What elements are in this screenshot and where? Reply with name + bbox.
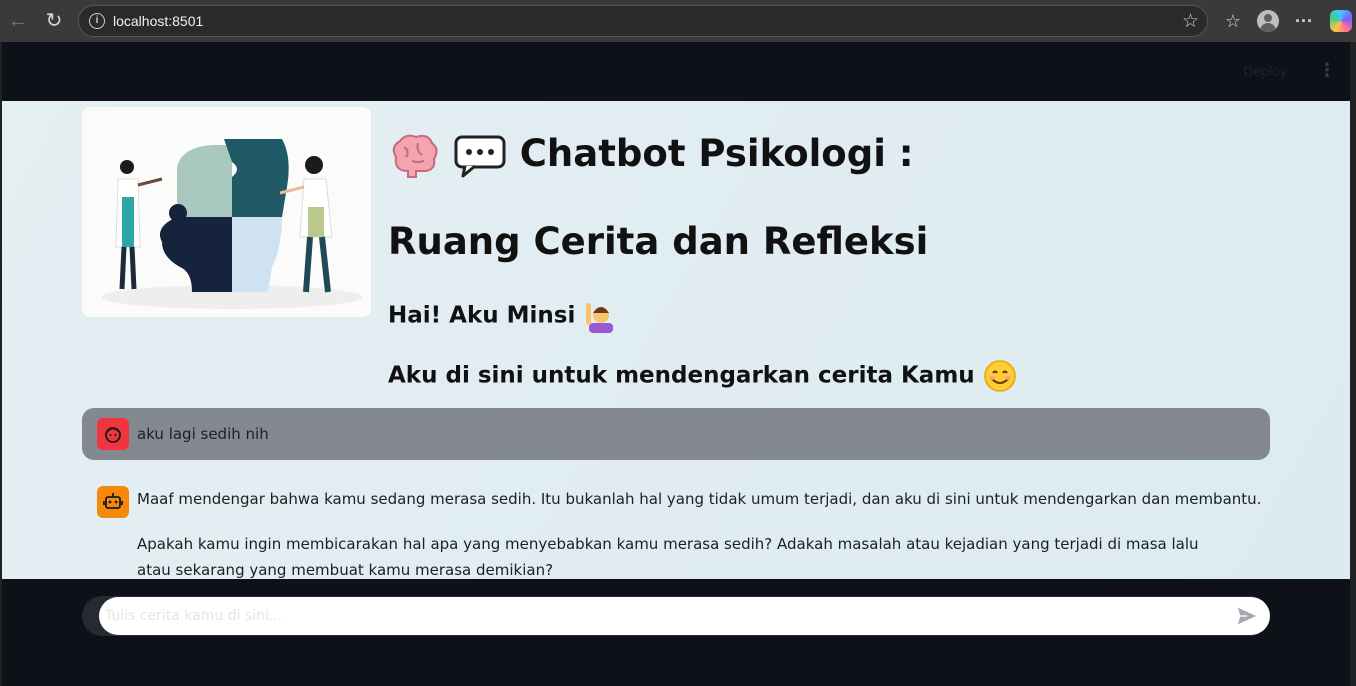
title-line1-text: Chatbot Psikologi : — [519, 132, 914, 175]
greeting-text: Hai! Aku Minsi — [388, 302, 576, 329]
page-title: Chatbot Psikologi : — [388, 132, 914, 179]
user-avatar-icon — [97, 418, 129, 450]
intro-text: Aku di sini untuk mendengarkan cerita Ka… — [388, 362, 975, 389]
chat-input-wrapper — [82, 596, 1270, 636]
profile-avatar-icon[interactable] — [1257, 10, 1279, 32]
send-icon[interactable] — [1236, 605, 1258, 627]
raising-hand-icon — [586, 303, 614, 333]
back-icon[interactable]: ← — [6, 9, 30, 33]
browser-toolbar: ← ↻ i localhost:8501 ☆ ☆ ··· — [0, 0, 1356, 42]
streamlit-app: Deploy ⋮ Chatbot Psikologi: Ruang Cerit… — [2, 42, 1350, 686]
assistant-message-paragraph: Maaf mendengar bahwa kamu sedang merasa … — [137, 490, 1262, 508]
bookmark-star-icon[interactable]: ☆ — [1182, 10, 1199, 33]
page-title-line2: Ruang Cerita dan Refleksi — [388, 220, 929, 263]
greeting-heading: Hai! Aku Minsi — [388, 299, 619, 333]
window-edge — [1350, 42, 1356, 686]
hero-illustration — [82, 107, 371, 317]
address-bar[interactable]: i localhost:8501 ☆ — [78, 5, 1208, 37]
copilot-icon[interactable] — [1330, 10, 1352, 32]
puzzle-head-illustration — [102, 139, 362, 309]
smiling-face-icon — [983, 360, 1016, 392]
brain-icon — [392, 134, 438, 178]
assistant-avatar-icon — [97, 486, 129, 518]
more-menu-icon[interactable]: ··· — [1292, 9, 1316, 33]
site-info-icon[interactable]: i — [89, 13, 105, 29]
reload-icon[interactable]: ↻ — [42, 9, 66, 33]
main-menu-icon[interactable]: ⋮ — [1318, 60, 1336, 81]
chat-input-container — [2, 579, 1350, 686]
assistant-message-paragraph: Apakah kamu ingin membicarakan hal apa y… — [137, 535, 1199, 579]
app-header: Deploy ⋮ — [2, 42, 1350, 101]
intro-heading: Aku di sini untuk mendengarkan cerita Ka… — [388, 359, 1017, 393]
address-text[interactable]: localhost:8501 — [113, 13, 203, 29]
speech-bubble-icon — [454, 135, 506, 177]
chat-message-user: aku lagi sedih nih — [82, 408, 1270, 460]
chat-input[interactable] — [99, 597, 1270, 635]
favorites-icon[interactable]: ☆ — [1221, 9, 1245, 33]
deploy-button[interactable]: Deploy — [1243, 63, 1287, 79]
user-message-text: aku lagi sedih nih — [137, 425, 269, 443]
